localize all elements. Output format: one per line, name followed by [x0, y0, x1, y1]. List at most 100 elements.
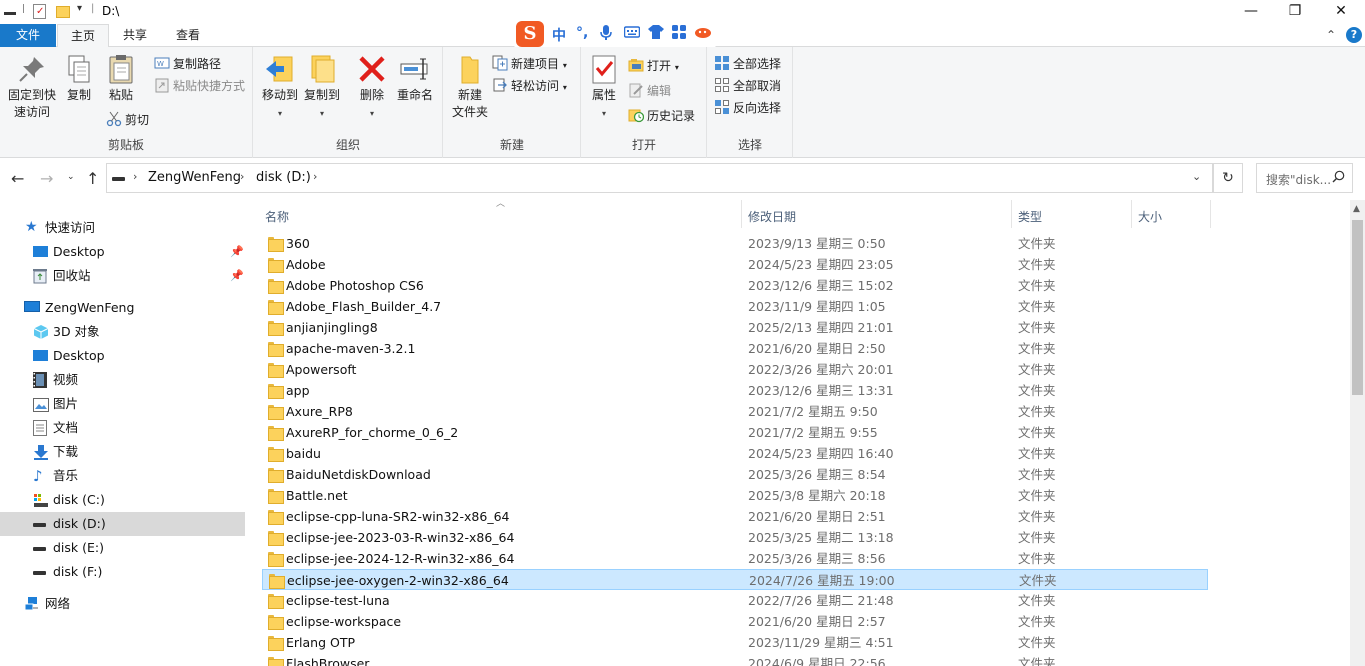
column-header-modified[interactable]: 修改日期	[748, 208, 796, 225]
up-arrow-icon[interactable]: ↑	[86, 169, 99, 188]
nav-videos[interactable]: 视频	[0, 368, 245, 392]
ribbon-expand-icon[interactable]: ⌃	[1326, 28, 1336, 42]
nav-network[interactable]: 网络	[0, 592, 245, 616]
nav-quick-desktop[interactable]: Desktop 📌	[0, 240, 245, 264]
breadcrumb-drive[interactable]: disk (D:)	[256, 170, 311, 185]
file-row[interactable]: Adobe_Flash_Builder_4.7 2023/11/9 星期四 1:0…	[262, 296, 1208, 317]
column-header-type[interactable]: 类型	[1018, 208, 1042, 225]
file-row[interactable]: anjianjingling8 2025/2/13 星期四 21:01 文件夹	[262, 317, 1208, 338]
file-row[interactable]: eclipse-workspace 2021/6/20 星期日 2:57 文件夹	[262, 611, 1208, 632]
file-row[interactable]: FlashBrowser 2024/6/9 星期日 22:56 文件夹	[262, 653, 1208, 666]
breadcrumb-separator-icon[interactable]: ›	[313, 170, 317, 183]
nav-3d-objects[interactable]: 3D 对象	[0, 320, 245, 344]
open-button[interactable]: 打开 ▾	[628, 57, 679, 75]
nav-disk-c[interactable]: disk (C:)	[0, 488, 245, 512]
file-row[interactable]: eclipse-jee-2023-03-R-win32-x86_64 2025/3…	[262, 527, 1208, 548]
easy-access-button[interactable]: 轻松访问 ▾	[492, 77, 567, 95]
file-row[interactable]: app 2023/12/6 星期三 13:31 文件夹	[262, 380, 1208, 401]
paste-shortcut-button[interactable]: 粘贴快捷方式	[154, 77, 245, 95]
column-header-size[interactable]: 大小	[1138, 208, 1162, 225]
nav-music[interactable]: ♪ 音乐	[0, 464, 245, 488]
nav-disk-f[interactable]: disk (F:)	[0, 560, 245, 584]
edit-button[interactable]: 编辑	[628, 82, 671, 100]
help-icon[interactable]: ?	[1346, 27, 1362, 43]
ime-chinese-icon[interactable]: 中	[552, 25, 566, 45]
file-row[interactable]: apache-maven-3.2.1 2021/6/20 星期日 2:50 文件夹	[262, 338, 1208, 359]
file-row[interactable]: eclipse-cpp-luna-SR2-win32-x86_64 2021/6/…	[262, 506, 1208, 527]
nav-downloads[interactable]: 下载	[0, 440, 245, 464]
file-row[interactable]: Apowersoft 2022/3/26 星期六 20:01 文件夹	[262, 359, 1208, 380]
file-row[interactable]: Battle.net 2025/3/8 星期六 20:18 文件夹	[262, 485, 1208, 506]
tab-share[interactable]: 共享	[110, 24, 160, 48]
nav-quick-access[interactable]: ★ 快速访问	[0, 216, 245, 240]
pin-icon[interactable]: 📌	[230, 264, 244, 288]
file-row[interactable]: Adobe Photoshop CS6 2023/12/6 星期三 15:02 文件…	[262, 275, 1208, 296]
nav-disk-e[interactable]: disk (E:)	[0, 536, 245, 560]
back-arrow-icon[interactable]: ←	[11, 169, 24, 188]
copy-path-button[interactable]: W 复制路径	[154, 55, 221, 73]
ime-punct-icon[interactable]: °,	[576, 25, 588, 41]
select-all-button[interactable]: 全部选择	[714, 55, 781, 73]
nav-documents[interactable]: 文档	[0, 416, 245, 440]
nav-this-pc[interactable]: ZengWenFeng	[0, 296, 245, 320]
file-row[interactable]: Erlang OTP 2023/11/29 星期三 4:51 文件夹	[262, 632, 1208, 653]
column-header-name[interactable]: 名称	[265, 208, 289, 225]
file-row[interactable]: Axure_RP8 2021/7/2 星期五 9:50 文件夹	[262, 401, 1208, 422]
customize-dropdown-icon[interactable]: ▾	[77, 3, 82, 19]
column-divider[interactable]	[1011, 200, 1012, 228]
ime-skin-icon[interactable]	[648, 25, 664, 43]
ime-mic-icon[interactable]	[600, 25, 612, 41]
file-row[interactable]: eclipse-jee-oxygen-2-win32-x86_64 2024/7/…	[262, 569, 1208, 590]
close-button[interactable]: ✕	[1318, 0, 1364, 24]
tab-home[interactable]: 主页	[57, 24, 109, 48]
refresh-button[interactable]: ↻	[1213, 163, 1243, 193]
pin-icon[interactable]: 📌	[230, 240, 244, 264]
search-box[interactable]: 搜索"disk...	[1256, 163, 1353, 193]
file-row[interactable]: baidu 2024/5/23 星期四 16:40 文件夹	[262, 443, 1208, 464]
ime-mascot-icon[interactable]	[694, 25, 712, 43]
minimize-button[interactable]: —	[1228, 0, 1274, 24]
file-row[interactable]: eclipse-test-luna 2022/7/26 星期二 21:48 文件夹	[262, 590, 1208, 611]
file-row[interactable]: eclipse-jee-2024-12-R-win32-x86_64 2025/3…	[262, 548, 1208, 569]
vertical-scrollbar[interactable]: ▲	[1350, 200, 1365, 666]
column-divider[interactable]	[1131, 200, 1132, 228]
tab-file[interactable]: 文件	[0, 24, 56, 47]
cut-button[interactable]: 剪切	[106, 111, 149, 129]
new-folder-button[interactable]: 新建 文件夹	[448, 53, 492, 121]
file-row[interactable]: 360 2023/9/13 星期三 0:50 文件夹	[262, 233, 1208, 254]
file-row[interactable]: BaiduNetdiskDownload 2025/3/26 星期三 8:54 文件…	[262, 464, 1208, 485]
breadcrumb-separator-icon[interactable]: ›	[133, 170, 137, 183]
column-divider[interactable]	[1210, 200, 1211, 228]
nav-pictures[interactable]: 图片	[0, 392, 245, 416]
select-none-button[interactable]: 全部取消	[714, 77, 781, 95]
properties-button[interactable]: 属性 ▾	[588, 53, 620, 122]
breadcrumb-user[interactable]: ZengWenFeng	[148, 170, 241, 185]
nav-desktop[interactable]: Desktop	[0, 344, 245, 368]
maximize-button[interactable]: ❐	[1272, 0, 1318, 24]
column-divider[interactable]	[741, 200, 742, 228]
invert-selection-button[interactable]: 反向选择	[714, 99, 781, 117]
move-to-button[interactable]: 移动到 ▾	[260, 53, 300, 122]
recent-locations-icon[interactable]: ⌄	[67, 172, 75, 182]
file-row[interactable]: AxureRP_for_chorme_0_6_2 2021/7/2 星期五 9:5…	[262, 422, 1208, 443]
nav-recycle-bin[interactable]: 回收站 📌	[0, 264, 245, 288]
tab-view[interactable]: 查看	[162, 24, 214, 48]
scrollbar-thumb[interactable]	[1352, 220, 1363, 395]
ime-keyboard-icon[interactable]	[623, 25, 641, 43]
breadcrumb-separator-icon[interactable]: ›	[240, 170, 244, 183]
drive-icon[interactable]	[4, 12, 16, 15]
address-history-dropdown-icon[interactable]: ⌄	[1192, 170, 1201, 183]
address-bar[interactable]: › ZengWenFeng › disk (D:) › ⌄	[106, 163, 1213, 193]
new-item-button[interactable]: 新建项目 ▾	[492, 55, 567, 73]
nav-disk-d[interactable]: disk (D:)	[0, 512, 245, 536]
copy-button[interactable]: 复制	[62, 53, 96, 104]
history-button[interactable]: 历史记录	[628, 107, 695, 125]
paste-button[interactable]: 粘贴	[104, 53, 138, 104]
ime-toolbox-icon[interactable]	[672, 25, 686, 43]
new-folder-icon[interactable]	[56, 6, 70, 18]
delete-button[interactable]: 删除 ▾	[356, 53, 388, 122]
rename-button[interactable]: 重命名	[394, 53, 436, 104]
pin-quick-access-button[interactable]: 固定到快 速访问	[4, 53, 60, 121]
sogou-logo-icon[interactable]: S	[516, 21, 544, 47]
properties-icon[interactable]: ✓	[33, 4, 46, 19]
